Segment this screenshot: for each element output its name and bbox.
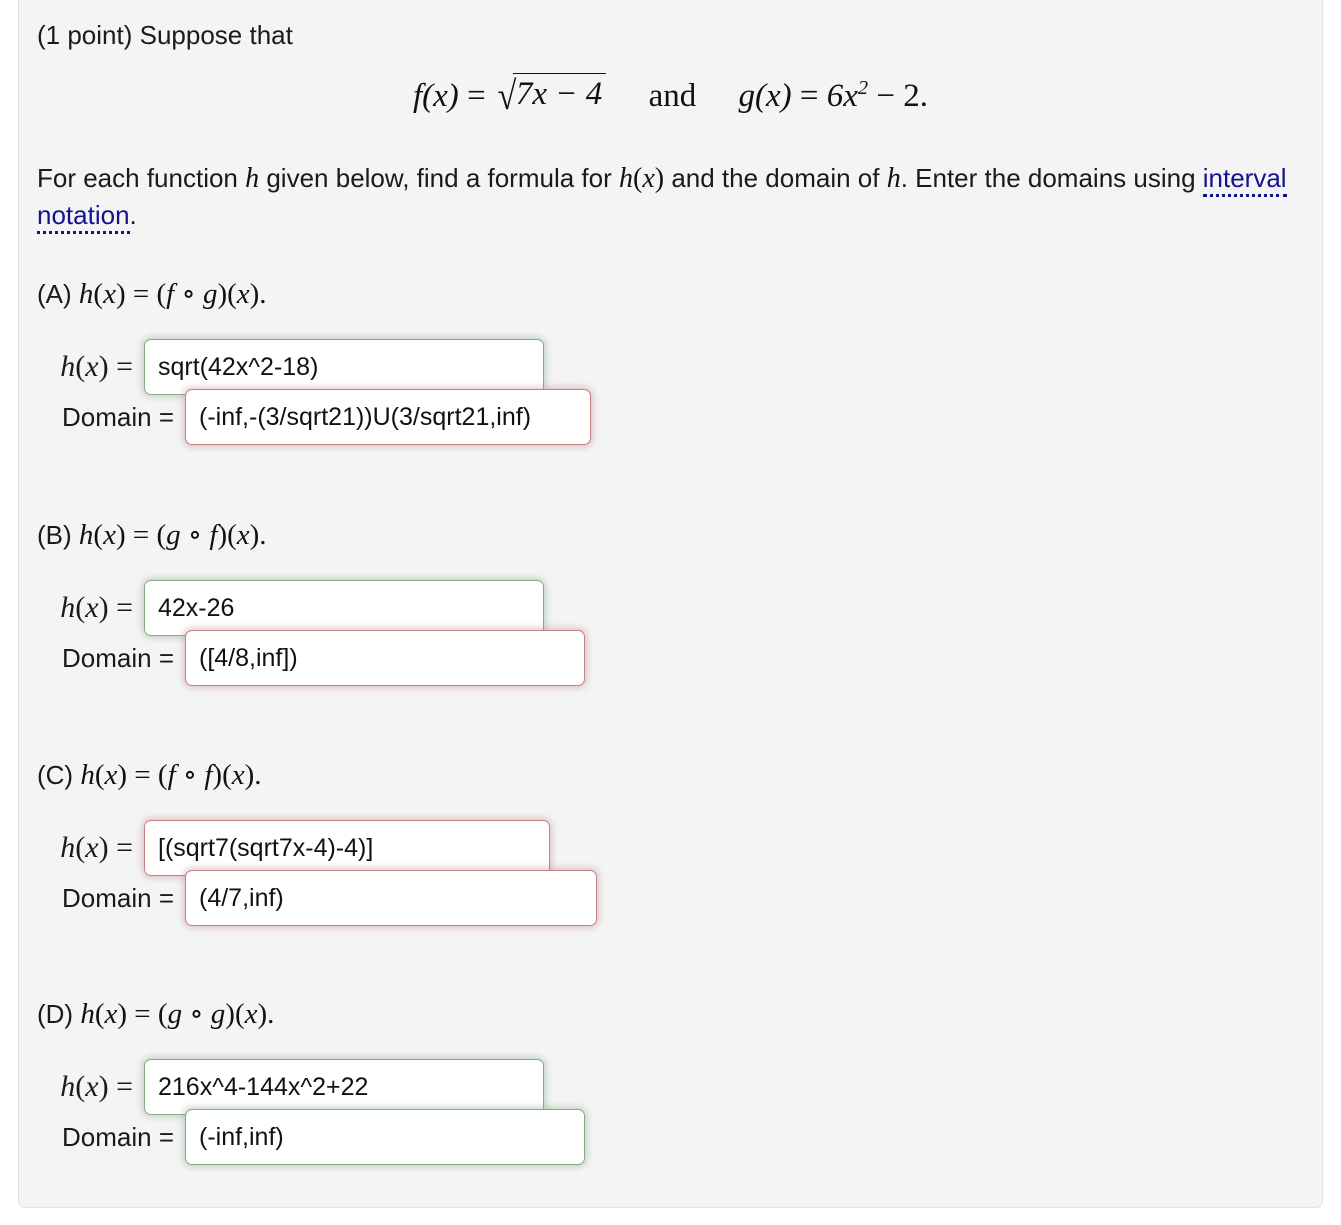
part-d-domain-input[interactable]: (-inf,inf) [185, 1109, 585, 1165]
part-d-hx-label: h(x) = [60, 1070, 133, 1103]
part-a: (A) h(x) = (f ∘ g)(x). h(x) = sqrt(42x^2… [37, 276, 1297, 445]
part-a-hx-row: h(x) = sqrt(42x^2-18) [37, 339, 1297, 395]
part-c-hx-label: h(x) = [60, 831, 133, 864]
part-c-prefix: (C) [37, 760, 74, 790]
part-d-prefix: (D) [37, 999, 74, 1029]
part-a-label: (A) h(x) = (f ∘ g)(x). [37, 278, 267, 310]
part-c-hx-input[interactable]: [(sqrt7(sqrt7x-4)-4)] [144, 820, 550, 876]
part-b-domain-label: Domain = [62, 642, 174, 673]
part-b: (B) h(x) = (g ∘ f)(x). h(x) = 42x-26 Dom… [37, 517, 1297, 686]
part-a-comp-right: g [202, 278, 218, 310]
part-b-prefix: (B) [37, 520, 72, 550]
part-a-domain-label: Domain = [62, 401, 174, 432]
page-root: (1 point) Suppose that f(x) = √7x − 4 an… [0, 0, 1341, 1225]
part-c: (C) h(x) = (f ∘ f)(x). h(x) = [(sqrt7(sq… [37, 757, 1297, 926]
part-b-comp-left: g [166, 519, 181, 551]
part-b-hx-row: h(x) = 42x-26 [37, 580, 1297, 636]
equals-sign-g: = [799, 78, 819, 114]
part-d: (D) h(x) = (g ∘ g)(x). h(x) = 216x^4-144… [37, 996, 1297, 1165]
part-c-hx-row: h(x) = [(sqrt7(sqrt7x-4)-4)] [37, 820, 1297, 876]
part-a-prefix: (A) [37, 279, 72, 309]
part-c-label: (C) h(x) = (f ∘ f)(x). [37, 759, 262, 791]
part-a-comp-left: f [166, 278, 175, 310]
part-d-hx-input[interactable]: 216x^4-144x^2+22 [144, 1059, 544, 1115]
instructions-text-after: . [129, 200, 137, 231]
g-tail: − 2. [876, 78, 928, 114]
part-c-domain-row: Domain = (4/7,inf) [37, 870, 1297, 926]
part-c-domain-label: Domain = [62, 882, 174, 913]
part-b-hx-label: h(x) = [60, 591, 133, 624]
display-equation: f(x) = √7x − 4 and g(x) = 6x2 − 2. [19, 73, 1322, 116]
part-d-comp-right: g [210, 998, 226, 1030]
part-b-hx-input[interactable]: 42x-26 [144, 580, 544, 636]
g-function-name: g [738, 78, 755, 114]
part-d-label: (D) h(x) = (g ∘ g)(x). [37, 998, 275, 1030]
part-d-hx-row: h(x) = 216x^4-144x^2+22 [37, 1059, 1297, 1115]
part-b-label: (B) h(x) = (g ∘ f)(x). [37, 519, 267, 551]
part-d-comp-left: g [167, 998, 183, 1030]
f-function-name: f [413, 78, 423, 114]
instructions-text-before: For each function h given below, find a … [37, 163, 1203, 194]
conjunction-and: and [648, 78, 697, 114]
f-radicand: 7x − 4 [512, 73, 607, 113]
part-a-domain-input[interactable]: (-inf,-(3/sqrt21))U(3/sqrt21,inf) [185, 389, 591, 445]
part-b-domain-row: Domain = ([4/8,inf]) [37, 630, 1297, 686]
g-body: 6x [826, 78, 858, 114]
part-a-domain-row: Domain = (-inf,-(3/sqrt21))U(3/sqrt21,in… [37, 389, 1297, 445]
g-exponent: 2 [857, 77, 869, 99]
part-a-hx-label: h(x) = [60, 350, 133, 383]
problem-panel: (1 point) Suppose that f(x) = √7x − 4 an… [18, 0, 1323, 1208]
part-c-comp-left: f [167, 759, 176, 791]
part-b-domain-input[interactable]: ([4/8,inf]) [185, 630, 585, 686]
part-d-domain-label: Domain = [62, 1121, 174, 1152]
part-a-hx-input[interactable]: sqrt(42x^2-18) [144, 339, 544, 395]
part-c-domain-input[interactable]: (4/7,inf) [185, 870, 597, 926]
part-d-domain-row: Domain = (-inf,inf) [37, 1109, 1297, 1165]
g-argument: (x) [754, 78, 792, 114]
square-root-icon: √7x − 4 [494, 73, 607, 116]
f-argument: (x) [422, 78, 459, 114]
equals-sign-f: = [467, 78, 486, 114]
instructions-paragraph: For each function h given below, find a … [37, 160, 1305, 235]
points-label: (1 point) Suppose that [37, 20, 293, 50]
